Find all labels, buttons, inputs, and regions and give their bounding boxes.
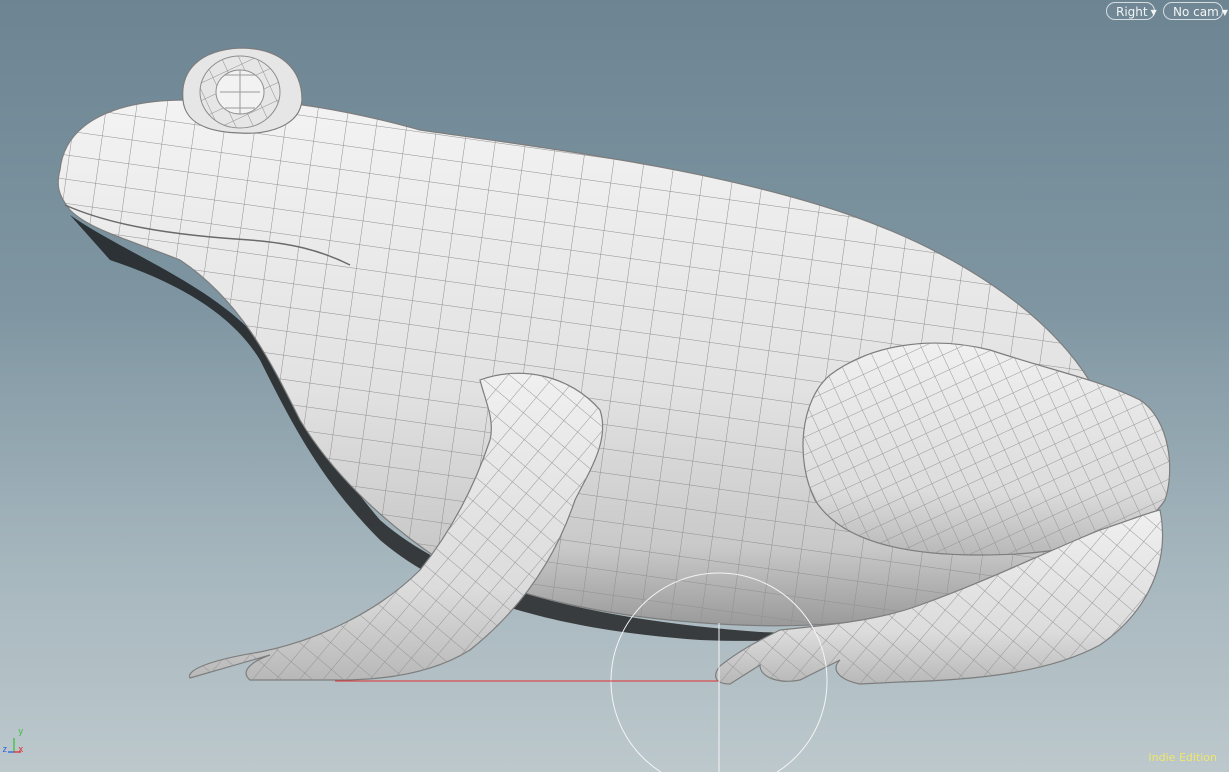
chevron-down-icon: ▼ — [1221, 8, 1228, 17]
axis-x-label: x — [18, 745, 24, 755]
camera-menu-button[interactable]: No cam ▼ — [1163, 2, 1228, 20]
3d-viewport[interactable]: Right ▼ No cam ▼ y z x Indie Edition — [0, 0, 1229, 772]
axis-y-label: y — [18, 727, 24, 737]
frog-hind-thigh-mesh[interactable] — [802, 342, 1171, 556]
view-menu-button[interactable]: Right ▼ — [1106, 2, 1157, 20]
view-menu-label: Right — [1116, 5, 1148, 19]
chevron-down-icon: ▼ — [1150, 8, 1157, 17]
edition-label: Indie Edition — [1148, 751, 1217, 764]
frog-eye-mesh[interactable] — [182, 47, 303, 134]
camera-menu-label: No cam — [1173, 5, 1219, 19]
axis-z-label: z — [2, 745, 8, 755]
viewport-canvas[interactable] — [0, 0, 1229, 772]
